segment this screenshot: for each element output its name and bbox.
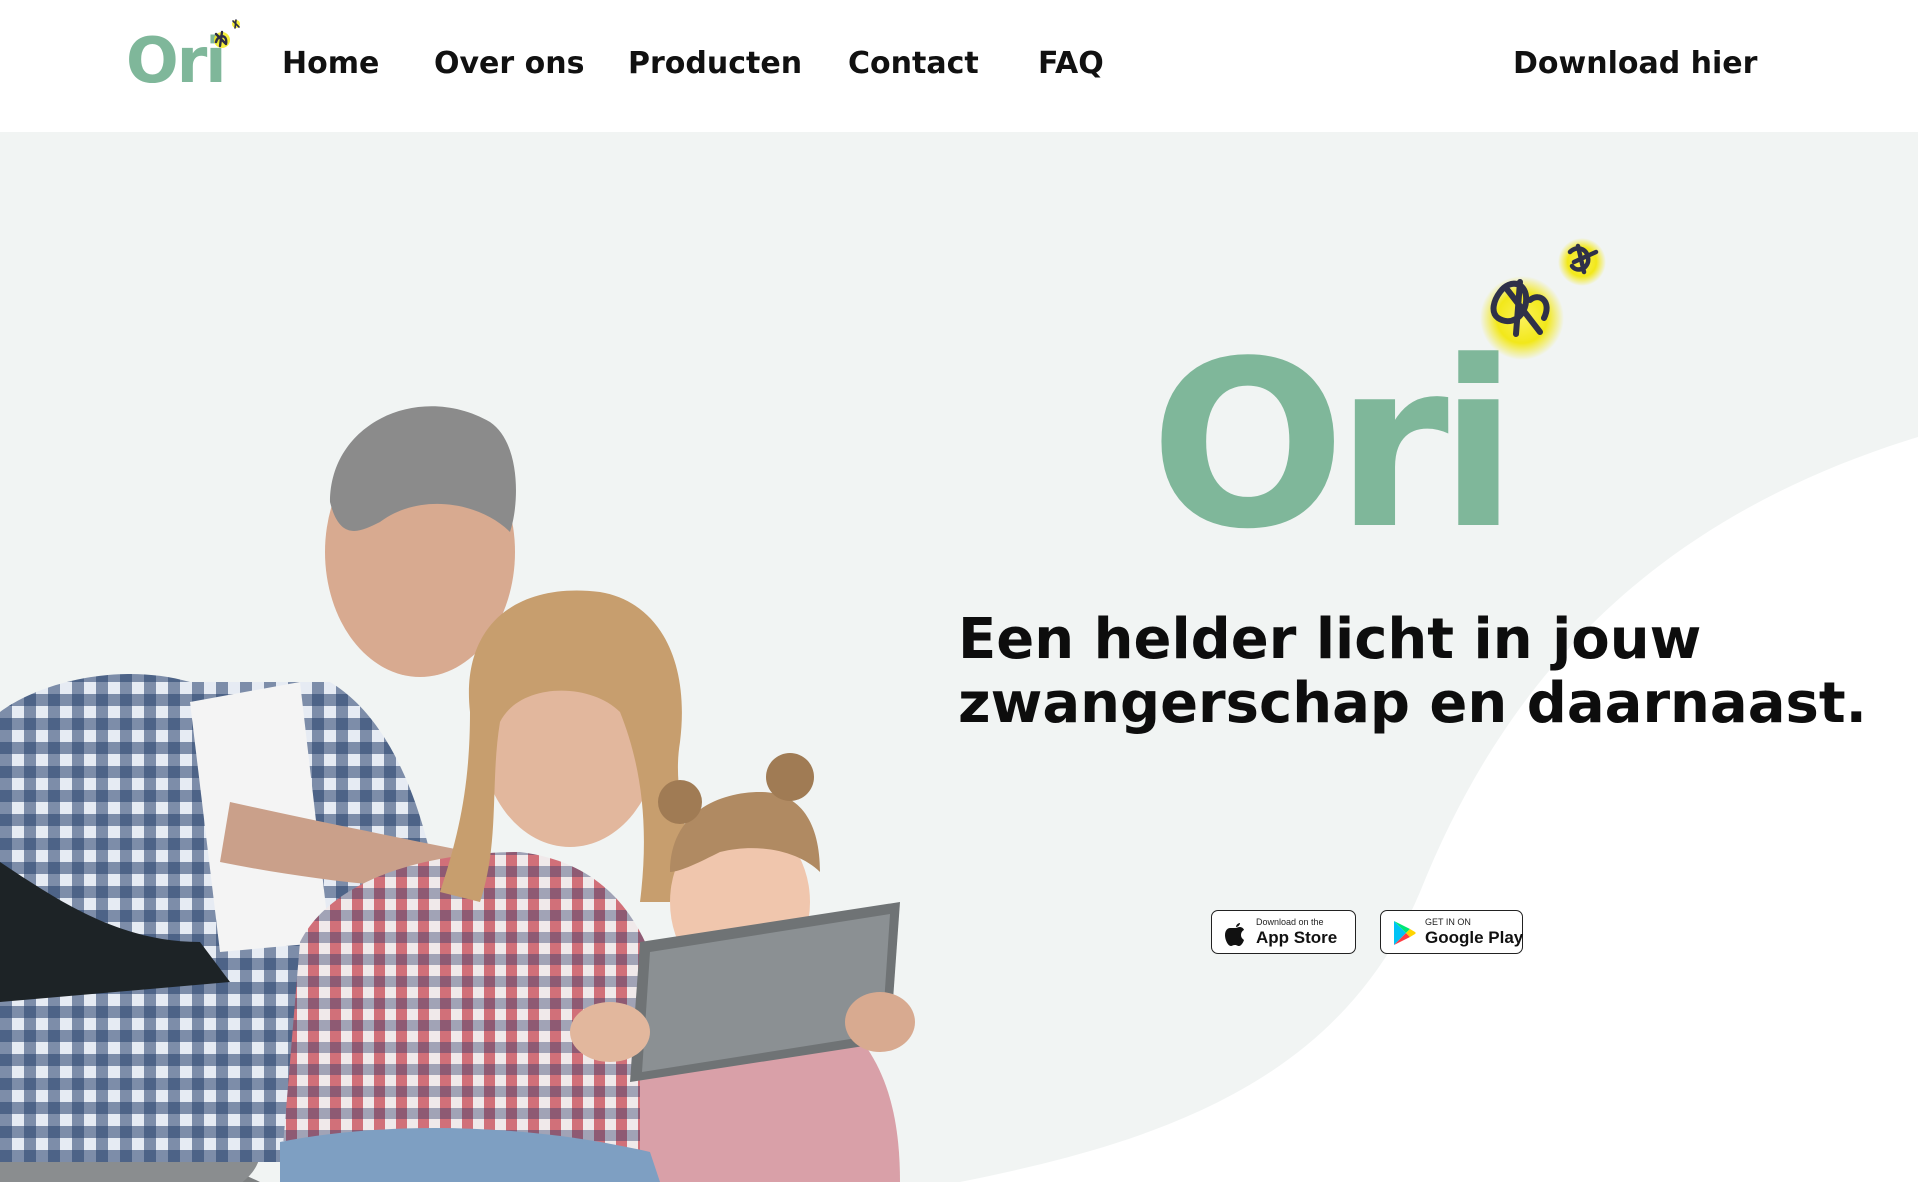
firefly-icon [214, 19, 240, 48]
nav-faq[interactable]: FAQ [1038, 46, 1104, 81]
apple-icon [1225, 923, 1244, 946]
google-play-button[interactable]: GET IN ON Google Play [1380, 910, 1523, 954]
hero-logo: Ori [1150, 222, 1610, 562]
download-link[interactable]: Download hier [1513, 46, 1757, 81]
hero-wordmark: Ori [1150, 313, 1518, 580]
family-photo [0, 406, 915, 1182]
brand-logo[interactable]: Ori [126, 16, 246, 96]
hero-tagline: Een helder licht in jouw zwangerschap en… [958, 607, 1867, 736]
nav-over-ons[interactable]: Over ons [434, 46, 584, 81]
hero-section: Ori Een helder licht in jouw zwangerscha… [0, 132, 1918, 1182]
app-store-label: App Store [1256, 928, 1338, 947]
google-play-small-label: GET IN ON [1425, 917, 1471, 927]
google-play-label: Google Play [1425, 928, 1524, 947]
nav-home[interactable]: Home [282, 46, 379, 81]
firefly-icon-large [1480, 238, 1606, 360]
google-play-icon [1394, 921, 1416, 945]
tagline-line-2: zwangerschap en daarnaast. [958, 671, 1867, 736]
nav-contact[interactable]: Contact [848, 46, 979, 81]
site-header: Ori Home Over ons Producten Contact FAQ … [0, 0, 1918, 132]
app-store-small-label: Download on the [1256, 917, 1324, 927]
tagline-line-1: Een helder licht in jouw [958, 607, 1702, 672]
nav-producten[interactable]: Producten [628, 46, 802, 81]
app-store-button[interactable]: Download on the App Store [1211, 910, 1356, 954]
